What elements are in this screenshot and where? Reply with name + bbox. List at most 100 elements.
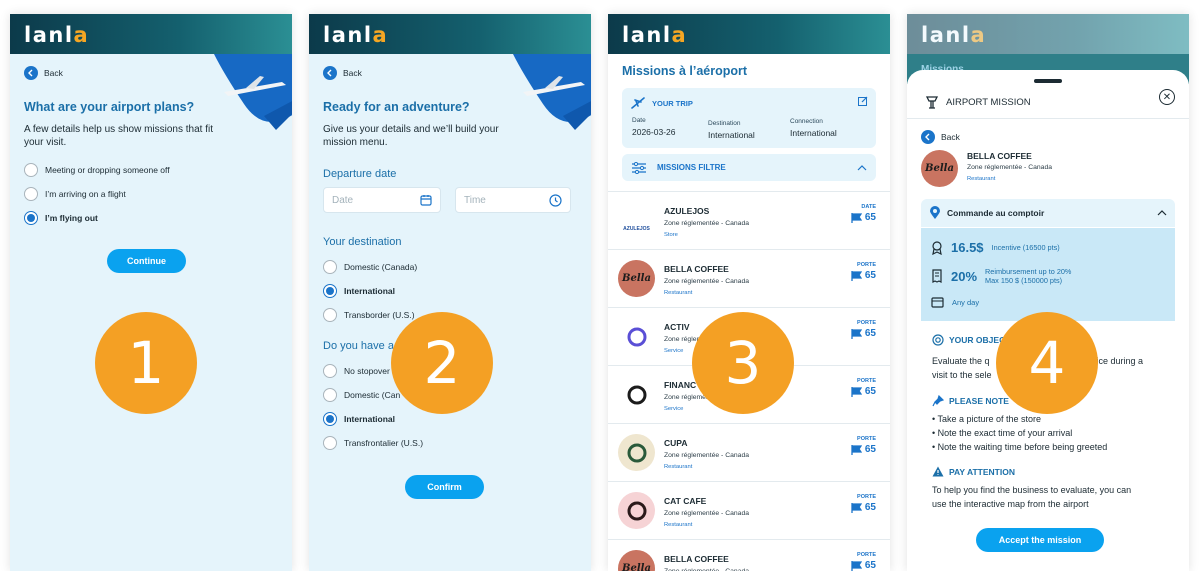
merchant-zone: Zone réglementée - Canada bbox=[664, 278, 750, 285]
radio-button[interactable] bbox=[323, 260, 337, 274]
mission-list-item[interactable]: CAT CAFE Zone réglementée - Canada Restaur… bbox=[608, 481, 890, 539]
step-badge-4: 4 bbox=[996, 312, 1098, 414]
gate-number: 65 bbox=[851, 444, 876, 455]
gate-flag-icon bbox=[851, 328, 862, 339]
confirm-button[interactable]: Confirm bbox=[405, 475, 484, 499]
trip-heading: YOUR TRIP bbox=[630, 96, 693, 110]
airplane-illustration bbox=[513, 54, 591, 130]
merchant-category: Restaurant bbox=[664, 522, 693, 528]
back-label: Back bbox=[941, 132, 960, 142]
option-international[interactable]: International bbox=[323, 284, 395, 298]
page-title: What are your airport plans? bbox=[24, 100, 195, 114]
date-input[interactable]: Date bbox=[323, 187, 441, 213]
option-meeting[interactable]: Meeting or dropping someone off bbox=[24, 163, 170, 177]
shop-logo: Bella bbox=[921, 150, 958, 187]
continue-button[interactable]: Continue bbox=[107, 249, 186, 273]
gate-flag-icon bbox=[851, 444, 862, 455]
pin-icon bbox=[932, 395, 944, 407]
option-arriving[interactable]: I’m arriving on a flight bbox=[24, 187, 126, 201]
sheet-grabber[interactable] bbox=[1034, 79, 1062, 83]
gate-number: 65 bbox=[851, 560, 876, 571]
merchant-logo bbox=[618, 434, 655, 471]
option-no-stopover[interactable]: No stopover bbox=[323, 364, 390, 378]
option-domestic[interactable]: Domestic (Canada) bbox=[323, 260, 417, 274]
app-logo: lanla bbox=[622, 23, 688, 47]
option-stopover-domestic[interactable]: Domestic (Can bbox=[323, 388, 400, 402]
sliders-icon bbox=[632, 161, 646, 174]
accordion-header[interactable]: Commande au comptoir bbox=[921, 199, 1175, 227]
airplane-illustration bbox=[214, 54, 292, 130]
gate-flag-icon bbox=[851, 212, 862, 223]
attention-heading: PAY ATTENTION bbox=[932, 466, 1015, 477]
destination-label: Your destination bbox=[323, 236, 402, 248]
shop-category: Restaurant bbox=[967, 176, 996, 182]
gate-label: PORTE bbox=[857, 436, 876, 442]
gate-number: 65 bbox=[851, 328, 876, 339]
back-button[interactable]: Back bbox=[323, 66, 362, 80]
shop-name: BELLA COFFEE bbox=[967, 151, 1032, 161]
note-heading: PLEASE NOTE bbox=[932, 395, 1009, 407]
back-label: Back bbox=[343, 68, 362, 78]
merchant-zone: Zone réglementée - Canada bbox=[664, 510, 750, 517]
accept-mission-button[interactable]: Accept the mission bbox=[976, 528, 1104, 552]
sheet-header: AIRPORT MISSION bbox=[925, 95, 1031, 109]
radio-button-selected[interactable] bbox=[24, 211, 38, 225]
merchant-name: BELLA COFFEE bbox=[664, 264, 729, 274]
gate-label: PORTE bbox=[857, 494, 876, 500]
time-input[interactable]: Time bbox=[455, 187, 571, 213]
back-button[interactable]: Back bbox=[24, 66, 63, 80]
chevron-up-icon bbox=[1157, 210, 1167, 216]
gate-label: PORTE bbox=[857, 378, 876, 384]
note-item-1: • Take a picture of the store bbox=[932, 414, 1042, 424]
calendar-icon bbox=[931, 297, 944, 308]
radio-button-selected[interactable] bbox=[323, 412, 337, 426]
radio-button[interactable] bbox=[24, 163, 38, 177]
option-stopover-international[interactable]: International bbox=[323, 412, 395, 426]
attention-text-2: use the interactive map from the airport bbox=[932, 499, 1089, 509]
merchant-category: Store bbox=[664, 232, 678, 238]
note-item-2: • Note the exact time of your arrival bbox=[932, 428, 1073, 438]
merchant-name: CAT CAFE bbox=[664, 496, 707, 506]
mission-list-item[interactable]: AZULEJOS AZULEJOS Zone réglementée - Canad… bbox=[608, 191, 890, 249]
warning-icon bbox=[932, 466, 944, 477]
close-icon[interactable]: ✕ bbox=[1159, 89, 1175, 105]
radio-button[interactable] bbox=[323, 364, 337, 378]
radio-button[interactable] bbox=[323, 388, 337, 402]
trip-destination: Destination International bbox=[708, 120, 755, 140]
chevron-up-icon bbox=[857, 164, 867, 170]
gate-label: DATE bbox=[861, 204, 876, 210]
edit-icon[interactable] bbox=[858, 96, 868, 106]
mission-list-item[interactable]: CUPA Zone réglementée - Canada Restaurant P… bbox=[608, 423, 890, 481]
app-logo: lanla bbox=[921, 23, 987, 47]
gate-flag-icon bbox=[851, 386, 862, 397]
radio-button-selected[interactable] bbox=[323, 284, 337, 298]
merchant-name: FINANC bbox=[664, 380, 697, 390]
merchant-logo: AZULEJOS bbox=[618, 202, 655, 239]
radio-button[interactable] bbox=[323, 436, 337, 450]
radio-button[interactable] bbox=[323, 308, 337, 322]
radio-button[interactable] bbox=[24, 187, 38, 201]
refund-row: 20% Reimbursement up to 20% Max 150 $ (15… bbox=[931, 267, 1071, 285]
chevron-left-icon bbox=[24, 66, 38, 80]
top-bar: lanla bbox=[309, 14, 591, 54]
calendar-icon bbox=[420, 195, 432, 206]
option-transborder[interactable]: Transborder (U.S.) bbox=[323, 308, 415, 322]
merchant-logo: Bella bbox=[618, 550, 655, 571]
attention-text-1: To help you find the business to evaluat… bbox=[932, 485, 1132, 495]
top-bar: lanla bbox=[10, 14, 292, 54]
shop-zone: Zone réglementée - Canada bbox=[967, 164, 1053, 171]
option-flying-out[interactable]: I’m flying out bbox=[24, 211, 98, 225]
option-stopover-transfrontalier[interactable]: Transfrontalier (U.S.) bbox=[323, 436, 423, 450]
airplane-icon bbox=[631, 97, 645, 109]
mission-list-item[interactable]: BellaBELLA COFFEEZone réglementée - Cana… bbox=[608, 249, 890, 307]
merchant-name: AZULEJOS bbox=[664, 206, 710, 216]
back-button[interactable]: Back bbox=[921, 130, 960, 144]
stopover-label: Do you have a bbox=[323, 340, 394, 352]
note-item-3: • Note the waiting time before being gre… bbox=[932, 442, 1108, 452]
step-badge-1: 1 bbox=[95, 312, 197, 414]
header-divider bbox=[907, 118, 1189, 119]
trip-card: YOUR TRIP Date 2026-03-26 Destination Inte… bbox=[622, 88, 876, 148]
missions-filter-toggle[interactable]: MISSIONS FILTRE bbox=[622, 154, 876, 181]
step-badge-2: 2 bbox=[391, 312, 493, 414]
mission-list-item[interactable]: BellaBELLA COFFEEZone réglementée - Cana… bbox=[608, 539, 890, 571]
